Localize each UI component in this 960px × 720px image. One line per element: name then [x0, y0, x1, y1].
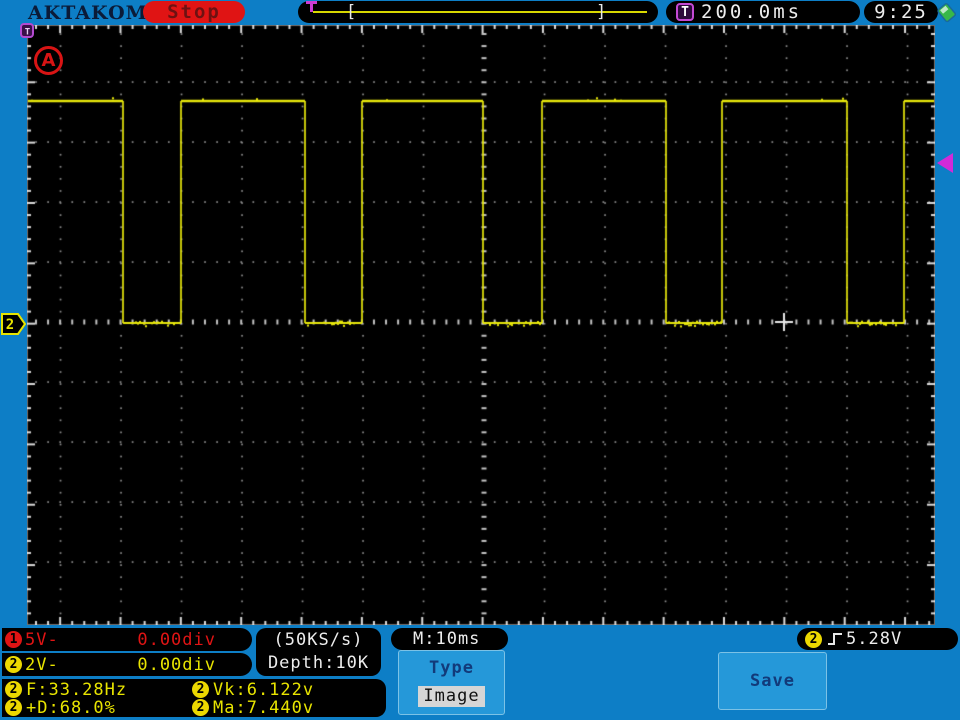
trigger-level-value: 5.28V	[846, 629, 903, 649]
meas-badge: 2	[5, 681, 22, 698]
trigger-readout: 2 5.28V	[797, 628, 958, 650]
record-depth: Depth:10K	[267, 653, 370, 673]
ch1-offset: 0.00div	[137, 629, 216, 650]
ch1-status-bar: 1 5V- 0.00div	[2, 628, 252, 651]
waveform-canvas	[27, 25, 935, 625]
trigger-hpos-letter: T	[25, 28, 31, 38]
meas-badge: 2	[192, 681, 209, 698]
window-left-bracket: [	[346, 2, 357, 22]
waveform-display	[27, 25, 935, 625]
ch2-marker-label: 2	[6, 317, 14, 333]
trigger-position-bar[interactable]: [ ]	[298, 1, 658, 23]
bottom-status-area: 1 5V- 0.00div 2 2V- 0.00div (50KS/s) Dep…	[0, 625, 960, 720]
clock-value: 9:25	[874, 1, 928, 23]
ch2-scale: 2V-	[25, 654, 59, 675]
brand-logo: AKTAKOM	[28, 2, 148, 24]
meas-badge: 2	[5, 699, 22, 716]
type-selected-value[interactable]: Image	[418, 685, 485, 707]
type-menu-button[interactable]: Type Image	[398, 650, 505, 715]
sample-rate: (50KS/s)	[273, 630, 364, 650]
ch2-offset: 0.00div	[137, 654, 216, 675]
measurement-duty: 2 +D:68.0%	[5, 698, 116, 718]
main-timebase-readout: M:10ms	[391, 628, 508, 650]
rising-edge-icon	[828, 633, 842, 645]
trigger-hpos-corner-marker[interactable]: T	[20, 23, 35, 40]
auto-trigger-indicator: A	[34, 46, 63, 75]
trigger-source-badge: 2	[805, 630, 822, 648]
type-label: Type	[429, 658, 474, 679]
trigger-level-arrow[interactable]	[936, 151, 954, 175]
ch1-badge: 1	[5, 631, 22, 648]
clock-readout: 9:25	[864, 1, 938, 23]
trigger-delay-value: 200.0ms	[701, 1, 803, 23]
ch1-scale: 5V-	[25, 629, 59, 650]
ch2-level-marker[interactable]: 2	[1, 313, 27, 335]
window-right-bracket: ]	[596, 2, 607, 22]
meas-badge: 2	[192, 699, 209, 716]
acquisition-info-box: (50KS/s) Depth:10K	[256, 628, 381, 676]
top-status-bar: AKTAKOM Stop [ ] T 200.0ms 9:25	[0, 0, 960, 25]
run-stop-label: Stop	[167, 1, 221, 23]
ch2-status-bar: 2 2V- 0.00div	[2, 653, 252, 676]
measurement-frequency: 2 F:33.28Hz	[5, 680, 127, 700]
run-stop-indicator[interactable]: Stop	[143, 1, 245, 23]
measurement-max: 2 Ma:7.440v	[192, 698, 314, 718]
usb-storage-icon	[937, 3, 957, 23]
trigger-t-icon: T	[676, 3, 694, 21]
trigger-delay-readout: T 200.0ms	[666, 1, 860, 23]
ch2-badge: 2	[5, 656, 22, 673]
save-button[interactable]: Save	[718, 652, 827, 710]
measurements-box: 2 F:33.28Hz 2 Vk:6.122v 2 +D:68.0% 2 Ma:…	[2, 679, 386, 718]
measurement-vk: 2 Vk:6.122v	[192, 680, 314, 700]
